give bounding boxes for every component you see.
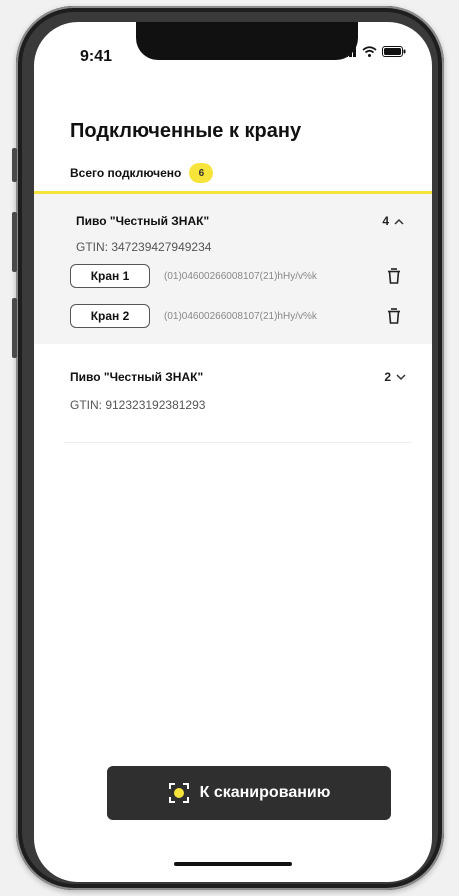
group-count: 4 (382, 214, 389, 228)
product-gtin: GTIN: 912323192381293 (70, 398, 206, 412)
chevron-down-icon (396, 373, 406, 380)
page-title: Подключенные к крану (70, 120, 302, 142)
tap-row: Кран 2 (01)04600266008107(21)hHy/v%k (70, 304, 402, 328)
connected-count-badge: 6 (189, 163, 214, 183)
connected-summary: Всего подключено 6 (70, 163, 214, 183)
product-gtin: GTIN: 347239427949234 (76, 240, 212, 254)
side-button-volume-up (12, 212, 17, 272)
wifi-icon (362, 46, 377, 57)
divider (64, 442, 412, 443)
signal-icon (341, 46, 356, 57)
status-time: 9:41 (80, 48, 113, 65)
tap-row: Кран 1 (01)04600266008107(21)hHy/v%k (70, 264, 402, 288)
scan-icon (168, 783, 189, 803)
status-icons (341, 46, 406, 57)
tap-button[interactable]: Кран 1 (70, 264, 150, 288)
notch (136, 22, 358, 60)
side-button-mute (12, 148, 17, 182)
tap-code: (01)04600266008107(21)hHy/v%k (164, 270, 317, 282)
side-button-volume-down (12, 298, 17, 358)
product-group-expanded: Пиво "Честный ЗНАК" 4 GTIN: 347239427949… (34, 194, 432, 344)
group-toggle[interactable]: 2 (384, 370, 406, 384)
product-title: Пиво "Честный ЗНАК" (76, 214, 210, 228)
scan-button[interactable]: К сканированию (107, 766, 391, 820)
tap-code: (01)04600266008107(21)hHy/v%k (164, 310, 317, 322)
trash-icon[interactable] (386, 267, 402, 285)
chevron-up-icon (394, 218, 404, 225)
scan-button-label: К сканированию (199, 784, 331, 801)
group-toggle[interactable]: 4 (382, 214, 404, 228)
trash-icon[interactable] (386, 307, 402, 325)
tap-button[interactable]: Кран 2 (70, 304, 150, 328)
app-screen: 9:41 Подключенные к крану Всего подключе… (34, 22, 432, 882)
connected-total-label: Всего подключено (70, 166, 182, 180)
product-title: Пиво "Честный ЗНАК" (70, 370, 204, 384)
home-indicator (174, 862, 292, 866)
group-count: 2 (384, 370, 391, 384)
battery-icon (382, 46, 406, 57)
